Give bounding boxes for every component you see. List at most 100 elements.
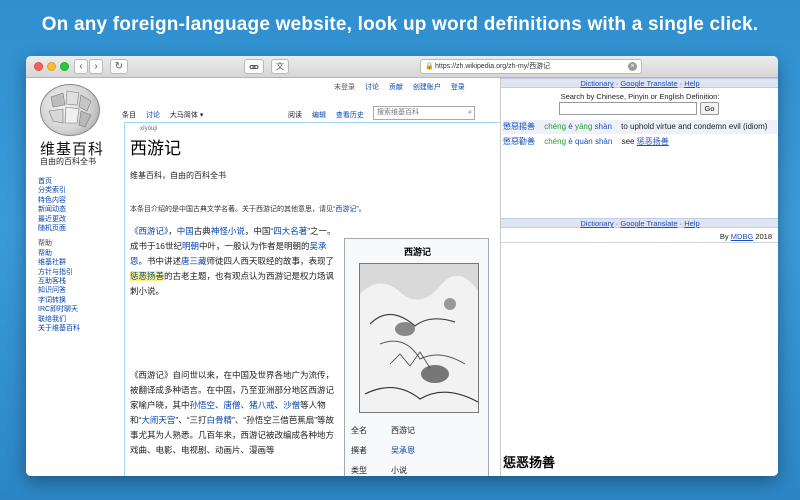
address-bar[interactable]: 🔒 https://zh.wikipedia.org/zh-my/西游记 ×	[420, 59, 642, 74]
search-icon[interactable]: ⌕	[468, 107, 472, 119]
credit-year: 2018	[755, 232, 772, 241]
sidebar-item-random[interactable]: 随机页面	[38, 225, 124, 233]
google-translate-link[interactable]: Google Translate	[620, 219, 677, 228]
credit-line: By MDBG 2018	[720, 232, 772, 241]
p1-book-link[interactable]: 《西游记》	[130, 226, 168, 236]
sidebar-item-categories[interactable]: 分类索引	[38, 187, 124, 195]
close-window-button[interactable]	[34, 62, 43, 71]
browser-window: ‹ › ↻ 文 🔒 https://zh.wikipedia.org/zh-my…	[26, 56, 778, 476]
infobox-value: 西游记	[391, 426, 415, 435]
sidebar-item-conversion[interactable]: 字词转换	[38, 297, 124, 305]
minimize-window-button[interactable]	[47, 62, 56, 71]
see-link[interactable]: 惩恶扬善	[637, 137, 669, 146]
p2-bone-demon-link[interactable]: 白骨精	[207, 415, 233, 425]
wikipedia-globe-logo[interactable]	[40, 84, 100, 136]
dictionary-link[interactable]: Dictionary	[580, 79, 613, 88]
dictionary-top-bar: Dictionary · Google Translate · Help	[501, 78, 778, 88]
selected-word-heading: 惩恶扬善	[503, 456, 556, 471]
p2-zhu-bajie-link[interactable]: 猪八戒	[249, 400, 275, 410]
headline: On any foreign-language website, look up…	[41, 14, 759, 35]
sidebar-item-policies[interactable]: 方针与指引	[38, 269, 124, 277]
tab-talk[interactable]: 讨论	[146, 112, 160, 119]
p1-shenguai-link[interactable]: 神怪	[211, 226, 228, 236]
entry-pinyin: quàn	[574, 137, 593, 146]
personal-talk-link[interactable]: 讨论	[365, 84, 379, 91]
p2-text: 、	[240, 400, 250, 410]
entry-headword[interactable]: 懲惡勸善	[503, 137, 535, 146]
p2-tang-seng-link[interactable]: 唐僧	[224, 400, 241, 410]
title-pinyin: xīyóujì	[140, 126, 158, 132]
p1-ming-link[interactable]: 明朝	[182, 241, 199, 251]
infobox-illustration[interactable]	[359, 263, 479, 413]
wiki-search-input[interactable]: 搜索维基百科 ⌕	[373, 106, 475, 120]
entry-headword[interactable]: 懲惡揚善	[503, 122, 535, 131]
entry-pinyin: chéng	[544, 122, 567, 131]
p2-sun-wukong-link[interactable]: 孙悟空	[190, 400, 216, 410]
browser-toolbar: ‹ › ↻ 文 🔒 https://zh.wikipedia.org/zh-my…	[26, 56, 778, 78]
go-button[interactable]: Go	[700, 102, 719, 115]
p2-havoc-heaven-link[interactable]: 大闹天宫	[141, 415, 175, 425]
tab-history[interactable]: 查看历史	[336, 112, 364, 119]
mdbg-link[interactable]: MDBG	[731, 232, 754, 241]
create-account-link[interactable]: 创建账户	[413, 84, 441, 91]
sidebar-item-recent-changes[interactable]: 最近更改	[38, 216, 124, 224]
sidebar-item-contact[interactable]: 联络我们	[38, 316, 124, 324]
sidebar-item-qa[interactable]: 知识问答	[38, 287, 124, 295]
p1-novel-link[interactable]: 小说	[228, 226, 245, 236]
sidebar-item-news[interactable]: 新闻动态	[38, 206, 124, 214]
google-translate-link[interactable]: Google Translate	[620, 79, 677, 88]
dictionary-icon: 文	[276, 62, 284, 71]
hatnote-suffix: 。	[358, 206, 366, 213]
dictionary-entry[interactable]: 懲惡揚善 chéng è yáng shàn to uphold virtue …	[503, 120, 777, 134]
not-logged-in: 未登录	[334, 84, 355, 91]
view-tabs: 阅读 编辑 查看历史	[288, 110, 372, 120]
p1-four-classics-link[interactable]: 四大名著	[273, 226, 307, 236]
sidebar-item-village-pump[interactable]: 互助客栈	[38, 278, 124, 286]
personal-contributions-link[interactable]: 贡献	[389, 84, 403, 91]
page-title: 西游记	[130, 139, 181, 159]
reload-icon: ↻	[114, 61, 124, 72]
forward-button[interactable]: ›	[89, 59, 103, 74]
tab-edit[interactable]: 编辑	[312, 112, 326, 119]
dictionary-extension-button[interactable]: 文	[271, 59, 289, 74]
wiki-sidebar: 首页 分类索引 特色内容 新闻动态 最近更改 随机页面 帮助 帮助 维基社群 方…	[38, 178, 124, 335]
sidebar-item-irc[interactable]: IRC即时聊天	[38, 306, 124, 314]
dictionary-panel: Dictionary · Google Translate · Help Sea…	[500, 78, 778, 476]
p1-text: 中叶，一般认为作者是明朝的	[198, 241, 310, 251]
infobox-author-link[interactable]: 吴承恩	[391, 446, 415, 455]
hatnote-link[interactable]: “西游记”	[333, 206, 359, 213]
p2-sha-seng-link[interactable]: 沙僧	[283, 400, 300, 410]
variant-dropdown[interactable]: 大马简体 ▾	[170, 112, 203, 119]
sidebar-item-featured[interactable]: 特色内容	[38, 197, 124, 205]
infobox: 西游记 全名 西游记 撰者 吴承恩 类型 小说	[344, 238, 489, 476]
zoom-window-button[interactable]	[60, 62, 69, 71]
page-subtitle: 维基百科，自由的百科全书	[130, 171, 226, 180]
sidebar-item-main-page[interactable]: 首页	[38, 178, 124, 186]
clear-url-icon[interactable]: ×	[628, 62, 637, 71]
sidebar-item-community[interactable]: 维基社群	[38, 259, 124, 267]
help-link[interactable]: Help	[684, 219, 699, 228]
sidebar-item-help[interactable]: 帮助	[38, 250, 124, 258]
link-button[interactable]	[244, 59, 264, 74]
entry-pinyin: è	[568, 122, 573, 131]
dictionary-search-input[interactable]	[559, 102, 697, 115]
p1-tang-sanzang-link[interactable]: 唐三藏	[181, 256, 207, 266]
login-link[interactable]: 登录	[451, 84, 465, 91]
highlighted-word[interactable]: 惩恶扬善	[130, 271, 165, 281]
tab-article[interactable]: 条目	[122, 112, 136, 119]
tab-read[interactable]: 阅读	[288, 112, 302, 119]
sidebar-item-about[interactable]: 关于维基百科	[38, 325, 124, 333]
chevron-left-icon: ‹	[79, 61, 83, 72]
p1-china-link[interactable]: 中国	[177, 226, 194, 236]
dictionary-bottom-bar: Dictionary · Google Translate · Help	[501, 218, 778, 228]
paragraph-2: 《西游记》自问世以来，在中国及世界各地广为流传，被翻译成多种语言。在中国，乃至亚…	[130, 368, 340, 458]
dictionary-link[interactable]: Dictionary	[580, 219, 613, 228]
dictionary-entry[interactable]: 懲惡勸善 chéng è quàn shàn see 惩恶扬善	[503, 135, 777, 149]
dictionary-search-prompt: Search by Chinese, Pinyin or English Def…	[560, 92, 720, 101]
back-button[interactable]: ‹	[74, 59, 88, 74]
sidebar-help-heading: 帮助	[38, 240, 52, 248]
reload-button[interactable]: ↻	[110, 59, 128, 74]
help-link[interactable]: Help	[684, 79, 699, 88]
hatnote-text: 本条目介绍的是中国古典文学名著。关于西游记的其他意思，请见	[130, 206, 333, 213]
p2-text: 、	[215, 400, 224, 410]
